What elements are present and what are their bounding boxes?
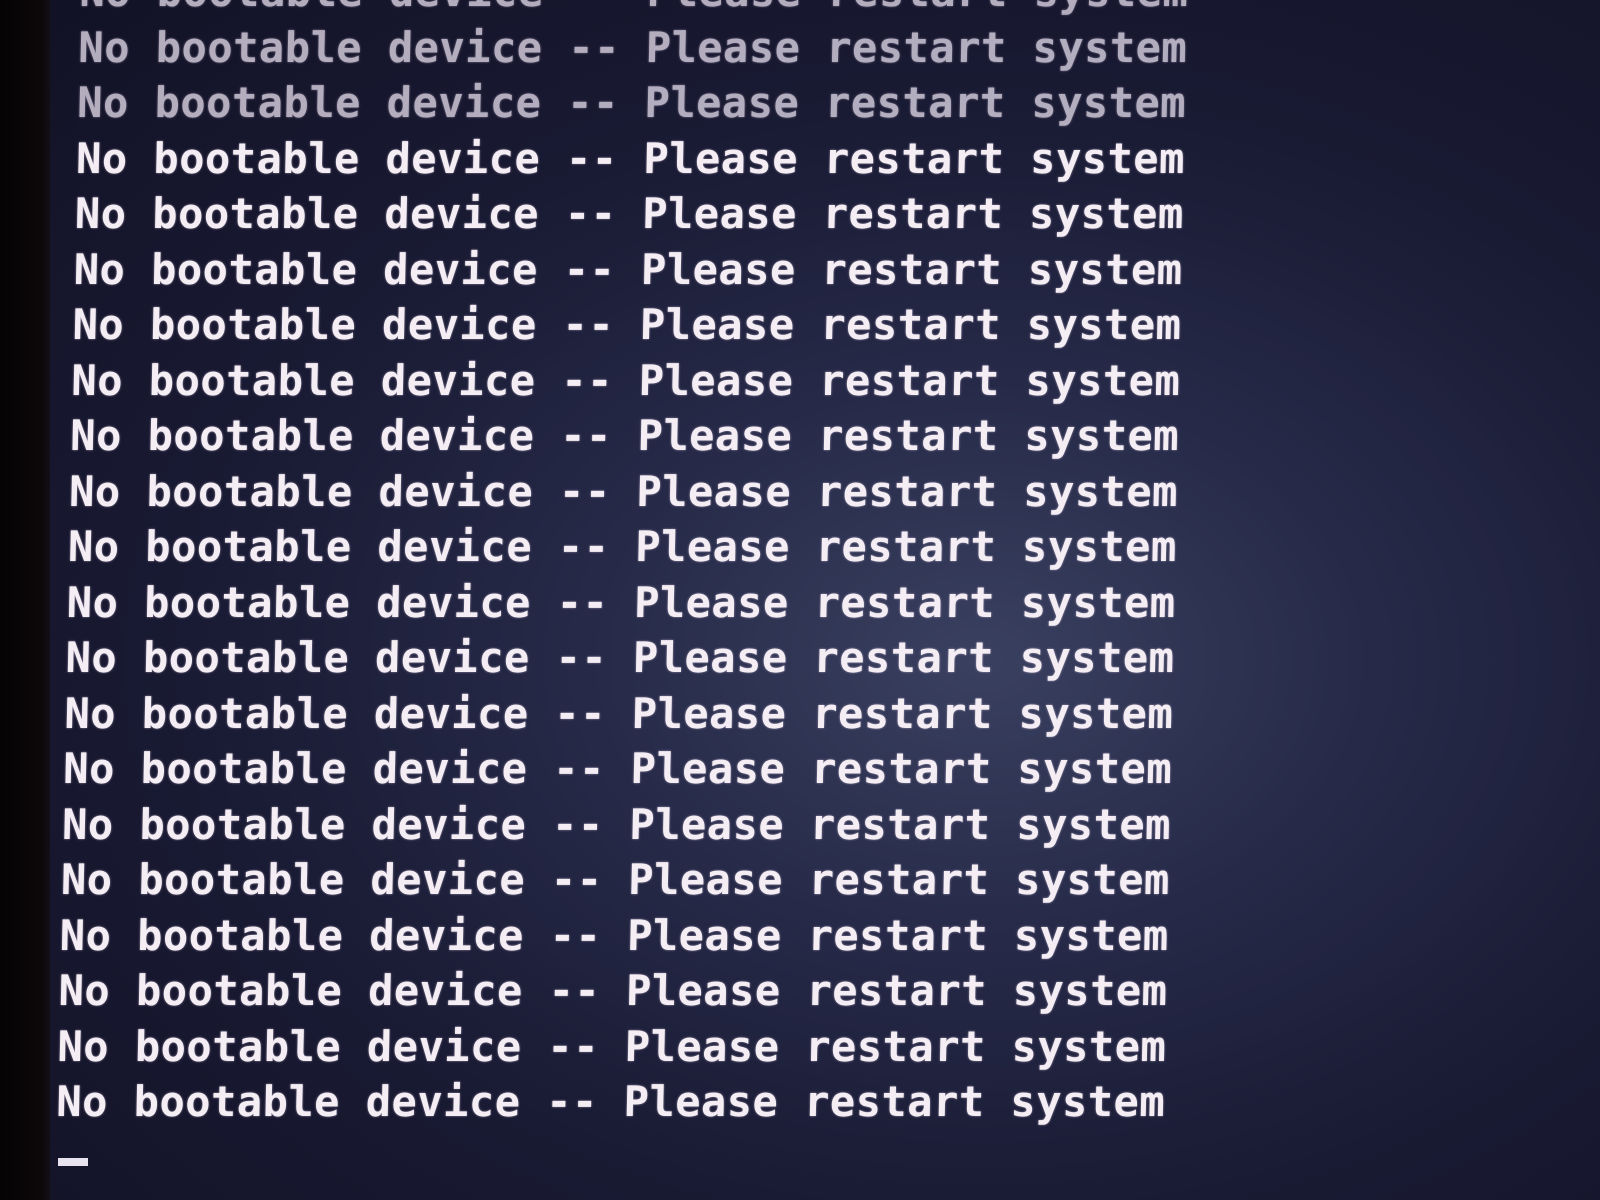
console-line: No bootable device -- Please restart sys…	[70, 355, 1181, 405]
console-line: No bootable device -- Please restart sys…	[73, 244, 1184, 294]
console-line: No bootable device -- Please restart sys…	[67, 522, 1178, 571]
console-line: No bootable device -- Please restart sys…	[76, 78, 1187, 127]
text-cursor	[58, 1158, 88, 1166]
console-line: No bootable device -- Please restart sys…	[74, 189, 1185, 238]
console-line: No bootable device -- Please restart sys…	[58, 966, 1169, 1015]
console-line: No bootable device -- Please restart sys…	[62, 744, 1173, 793]
console-line: No bootable device -- Please restart sys…	[57, 1021, 1167, 1071]
console-line: No bootable device -- Please restart sys…	[75, 133, 1186, 183]
bios-console-screen: No bootable device -- Please restart sys…	[50, 0, 1600, 1200]
console-line: No bootable device -- Please restart sys…	[65, 633, 1176, 682]
console-line: No bootable device -- Please restart sys…	[61, 799, 1172, 849]
console-line: No bootable device -- Please restart sys…	[60, 855, 1171, 904]
console-line: No bootable device -- Please restart sys…	[64, 688, 1174, 738]
console-line: No bootable device -- Please restart sys…	[59, 910, 1170, 960]
console-line: No bootable device -- Please restart sys…	[77, 22, 1188, 72]
console-output: No bootable device -- Please restart sys…	[56, 0, 1189, 1130]
console-line: No bootable device -- Please restart sys…	[68, 466, 1179, 516]
console-line: No bootable device -- Please restart sys…	[66, 577, 1177, 627]
console-line: No bootable device -- Please restart sys…	[72, 300, 1182, 349]
console-line: No bootable device -- Please restart sys…	[79, 0, 1189, 20]
console-line: No bootable device -- Please restart sys…	[55, 1077, 1166, 1126]
console-line: No bootable device -- Please restart sys…	[69, 411, 1180, 460]
